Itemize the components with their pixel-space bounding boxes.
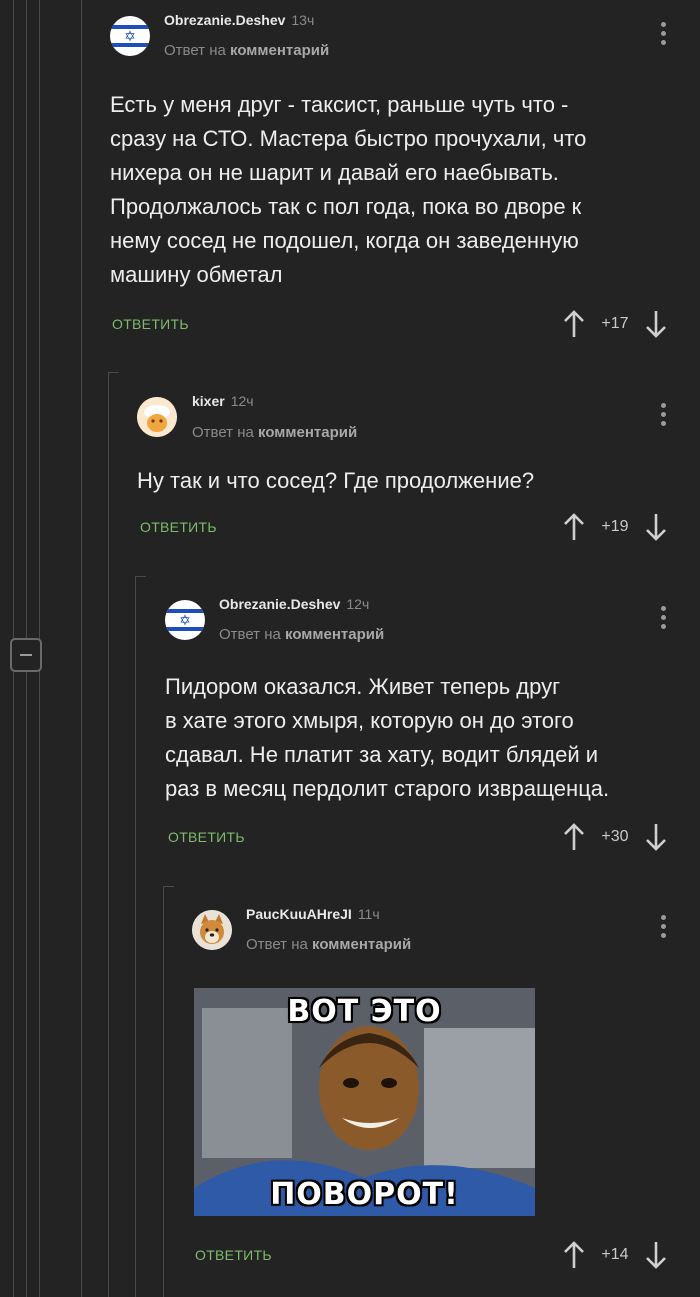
vote-block: +30 — [562, 823, 668, 851]
comment-line: Продолжалось так с пол года, пока во дво… — [110, 194, 582, 219]
more-options-icon[interactable] — [661, 403, 667, 430]
israel-flag-icon: ✡ — [165, 600, 205, 640]
comment-time[interactable]: 11ч — [358, 906, 380, 922]
more-options-icon[interactable] — [661, 22, 667, 49]
vote-block: +14 — [562, 1241, 668, 1269]
reply-to-link[interactable]: Ответ на комментарий — [246, 936, 411, 953]
reply-button[interactable]: ОТВЕТИТЬ — [112, 316, 189, 332]
comment-time[interactable]: 13ч — [291, 12, 314, 28]
avatar[interactable]: ✡ — [165, 600, 205, 640]
comment-image[interactable]: ВОТ ЭТО ПОВОРОТ! — [194, 988, 535, 1216]
meme-caption-top: ВОТ ЭТО — [287, 994, 442, 1029]
comment-rating: +17 — [601, 315, 629, 332]
reply-to-target: комментарий — [230, 42, 330, 59]
avatar[interactable] — [137, 397, 177, 437]
thread-line — [26, 0, 27, 638]
reply-to-prefix: Ответ на — [164, 42, 226, 59]
thread-branch — [135, 576, 146, 587]
avatar[interactable]: ✡ — [110, 16, 150, 56]
reply-to-prefix: Ответ на — [219, 626, 281, 643]
comment-line: Пидором оказался. Живет теперь друг — [165, 674, 561, 699]
reply-to-target: комментарий — [258, 424, 358, 441]
more-options-icon[interactable] — [661, 915, 667, 942]
comment-time[interactable]: 12ч — [346, 596, 369, 612]
comment-line: сразу на СТО. Мастера быстро прочухали, … — [110, 126, 587, 151]
upvote-icon[interactable] — [562, 513, 586, 541]
downvote-icon[interactable] — [644, 513, 668, 541]
comment-line: Есть у меня друг - таксист, раньше чуть … — [110, 92, 569, 117]
comment-line: Ну так и что сосед? Где продолжение? — [137, 468, 535, 493]
reply-to-prefix: Ответ на — [192, 424, 254, 441]
thread-line — [135, 576, 136, 1297]
reply-to-prefix: Ответ на — [246, 936, 308, 953]
dog-avatar — [192, 910, 232, 950]
thread-line — [108, 372, 109, 1297]
comment-rating: +30 — [601, 828, 629, 845]
comment-line: в хате этого хмыря, которую он до этого — [165, 708, 574, 733]
comment-line: нихера он не шарит и давай его наебывать… — [110, 160, 559, 185]
vote-block: +17 — [562, 310, 668, 338]
comment-time[interactable]: 12ч — [231, 393, 254, 409]
downvote-icon[interactable] — [644, 823, 668, 851]
reply-button[interactable]: ОТВЕТИТЬ — [195, 1247, 272, 1263]
comment-line: раз в месяц пердолит старого извращенца. — [165, 776, 610, 801]
avatar[interactable] — [192, 910, 232, 950]
collapse-thread-button[interactable] — [10, 638, 42, 672]
comment-line: сдавал. Не платит за хату, водит блядей … — [165, 742, 599, 767]
reply-to-target: комментарий — [285, 626, 385, 643]
comment-rating: +19 — [601, 518, 629, 535]
reply-to-target: комментарий — [312, 936, 412, 953]
downvote-icon[interactable] — [644, 1241, 668, 1269]
upvote-icon[interactable] — [562, 310, 586, 338]
more-options-icon[interactable] — [661, 606, 667, 633]
comment-line: нему сосед не подошел, когда он заведенн… — [110, 228, 579, 253]
comment-text: Есть у меня друг - таксист, раньше чуть … — [110, 88, 586, 292]
comment-line: машину обметал — [110, 262, 283, 287]
author-name[interactable]: Obrezanie.Deshev — [164, 12, 285, 28]
comment-rating: +14 — [601, 1246, 629, 1263]
reply-button[interactable]: ОТВЕТИТЬ — [140, 519, 217, 535]
upvote-icon[interactable] — [562, 823, 586, 851]
author-name[interactable]: Obrezanie.Deshev — [219, 596, 340, 612]
vote-block: +19 — [562, 513, 668, 541]
comment-text: Ну так и что сосед? Где продолжение? — [137, 464, 534, 498]
thread-line — [163, 886, 164, 1297]
thread-line — [81, 0, 82, 1297]
upvote-icon[interactable] — [562, 1241, 586, 1269]
downvote-icon[interactable] — [644, 310, 668, 338]
thread-line — [26, 672, 27, 1297]
author-name[interactable]: kixer — [192, 393, 225, 409]
cartoon-face-avatar — [137, 397, 177, 437]
reply-button[interactable]: ОТВЕТИТЬ — [168, 829, 245, 845]
reply-to-link[interactable]: Ответ на комментарий — [164, 42, 329, 59]
reply-to-link[interactable]: Ответ на комментарий — [192, 424, 357, 441]
israel-flag-icon: ✡ — [110, 16, 150, 56]
reply-to-link[interactable]: Ответ на комментарий — [219, 626, 384, 643]
comment-text: Пидором оказался. Живет теперь друг в ха… — [165, 670, 609, 806]
meme-caption-bottom: ПОВОРОТ! — [270, 1177, 459, 1212]
author-name[interactable]: PaucKuuAHreJI — [246, 906, 352, 922]
thread-branch — [108, 372, 119, 383]
thread-branch — [163, 886, 174, 897]
